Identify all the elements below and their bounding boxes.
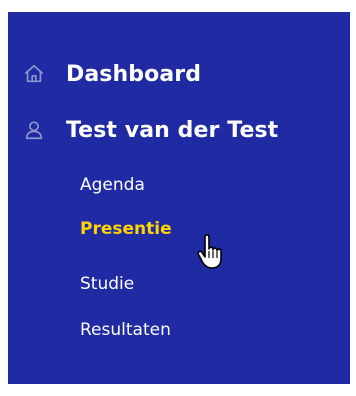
sidebar-item-dashboard[interactable]: Dashboard [20,60,201,88]
sidebar-item-label: Dashboard [66,61,202,87]
sidebar: Dashboard Test van der Test Agenda Prese… [8,12,350,384]
sidebar-subitem-resultaten[interactable]: Resultaten [80,320,171,340]
sidebar-item-label: Test van der Test [66,117,279,143]
user-icon [20,116,48,144]
sidebar-subitem-studie[interactable]: Studie [80,274,134,294]
sidebar-subitem-presentie[interactable]: Presentie [80,219,172,239]
screenshot-frame: Dashboard Test van der Test Agenda Prese… [0,0,356,396]
sidebar-subitem-agenda[interactable]: Agenda [80,175,145,195]
home-icon [20,60,48,88]
sidebar-item-user[interactable]: Test van der Test [20,116,278,144]
hand-pointer-icon [196,234,226,270]
